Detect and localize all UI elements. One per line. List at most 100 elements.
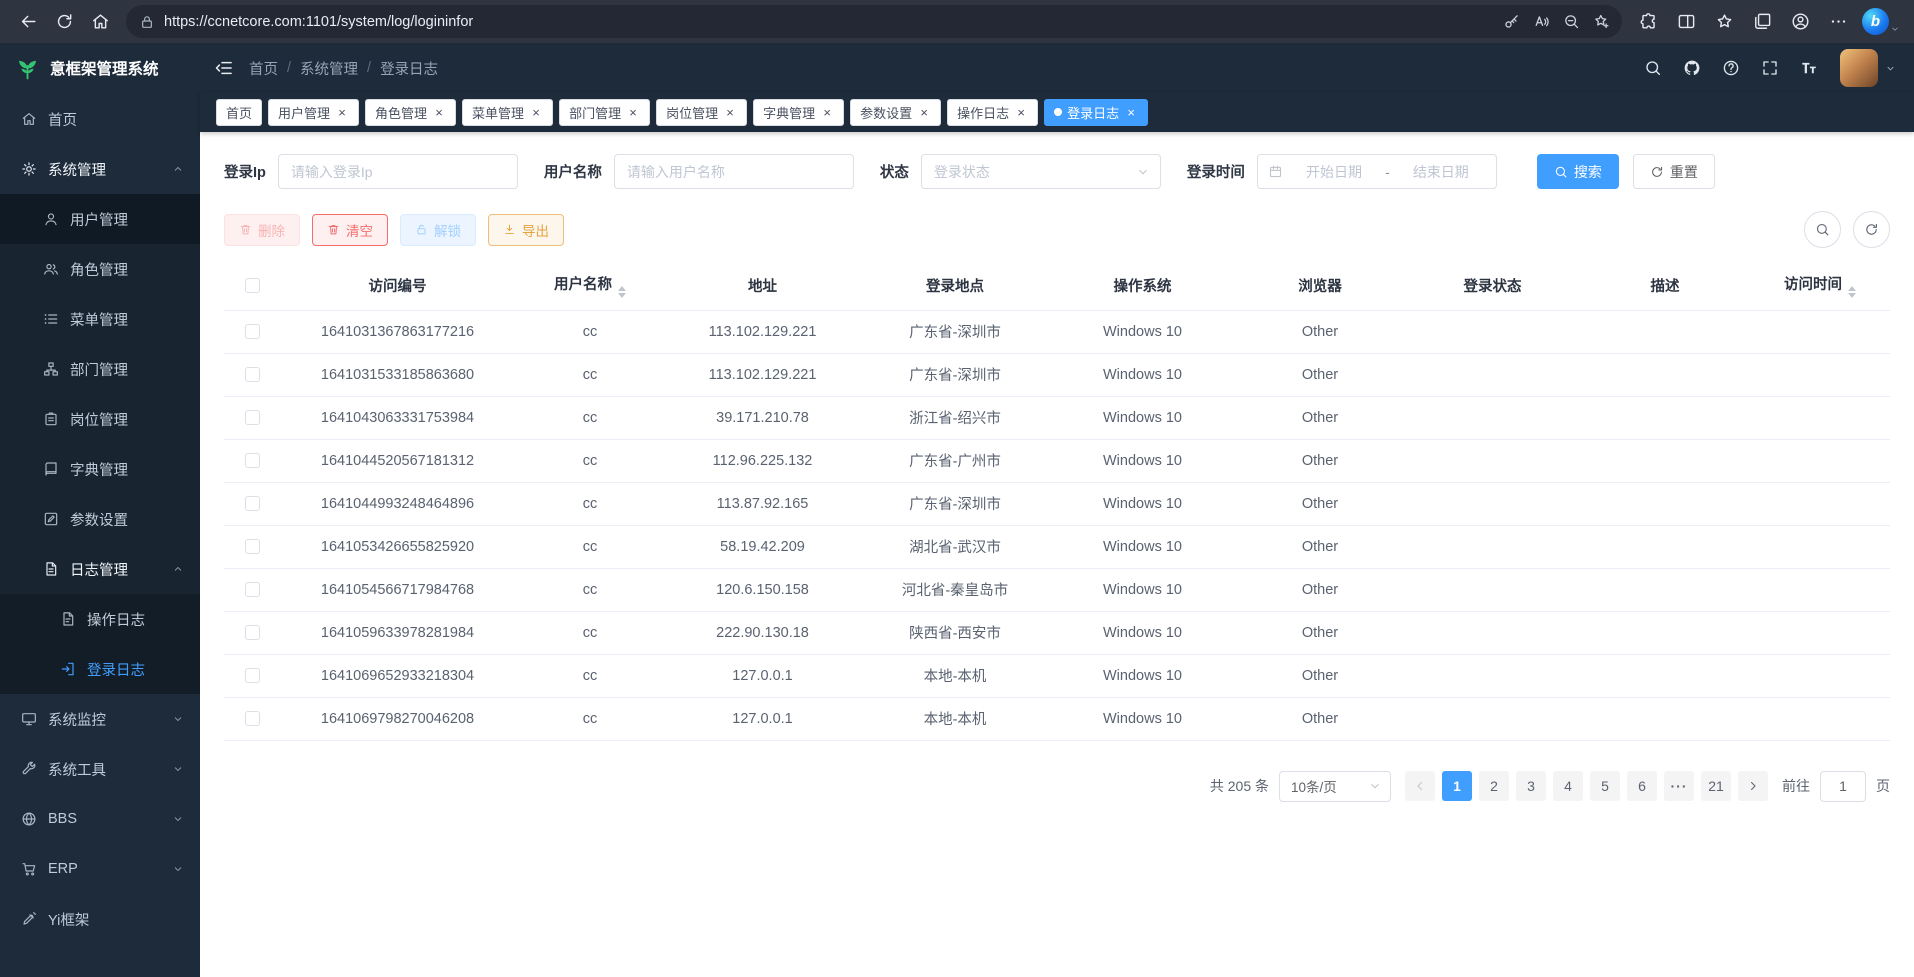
browser-home-button[interactable]: [82, 4, 118, 40]
sidebar-item-角色管理[interactable]: 角色管理: [0, 244, 200, 294]
tab-参数设置[interactable]: 参数设置×: [850, 99, 941, 126]
select-all-checkbox[interactable]: [245, 278, 260, 293]
tab-登录日志[interactable]: 登录日志×: [1044, 99, 1148, 126]
font-size-icon[interactable]: [1793, 52, 1825, 84]
help-icon[interactable]: [1715, 52, 1747, 84]
login-ip-input[interactable]: [278, 154, 518, 189]
export-button[interactable]: 导出: [488, 214, 564, 246]
toggle-search-button[interactable]: [1804, 211, 1841, 248]
tab-close-icon[interactable]: ×: [1124, 105, 1138, 119]
tab-close-icon[interactable]: ×: [626, 105, 640, 119]
avatar-dropdown-icon[interactable]: [1885, 63, 1896, 74]
page-button-4[interactable]: 4: [1553, 771, 1583, 801]
read-aloud-icon[interactable]: [1526, 8, 1556, 36]
tab-部门管理[interactable]: 部门管理×: [559, 99, 650, 126]
page-size-select[interactable]: 10条/页: [1279, 771, 1391, 802]
column-header-time[interactable]: 访问时间: [1750, 262, 1890, 310]
sort-icon[interactable]: [1848, 286, 1856, 298]
tab-close-icon[interactable]: ×: [917, 105, 931, 119]
tab-角色管理[interactable]: 角色管理×: [365, 99, 456, 126]
column-header-user[interactable]: 用户名称: [515, 262, 665, 310]
sidebar-item-日志管理[interactable]: 日志管理: [0, 544, 200, 594]
row-checkbox[interactable]: [245, 410, 260, 425]
browser-refresh-button[interactable]: [46, 4, 82, 40]
row-checkbox[interactable]: [245, 668, 260, 683]
browser-back-button[interactable]: [10, 4, 46, 40]
tab-close-icon[interactable]: ×: [335, 105, 349, 119]
goto-page-input[interactable]: [1820, 771, 1866, 802]
clear-button[interactable]: 清空: [312, 214, 388, 246]
breadcrumb-item[interactable]: 系统管理: [300, 58, 358, 79]
user-name-input[interactable]: [614, 154, 854, 189]
row-checkbox[interactable]: [245, 711, 260, 726]
tab-操作日志[interactable]: 操作日志×: [947, 99, 1038, 126]
sidebar-item-用户管理[interactable]: 用户管理: [0, 194, 200, 244]
row-checkbox[interactable]: [245, 453, 260, 468]
favorites-button[interactable]: [1706, 4, 1742, 40]
sidebar-item-登录日志[interactable]: 登录日志: [0, 644, 200, 694]
tab-首页[interactable]: 首页: [216, 99, 262, 126]
sidebar-toggle-icon[interactable]: [214, 58, 234, 78]
user-avatar[interactable]: [1840, 49, 1878, 87]
header-search-icon[interactable]: [1637, 52, 1669, 84]
zoom-icon[interactable]: [1556, 8, 1586, 36]
sidebar-item-首页[interactable]: 首页: [0, 94, 200, 144]
reset-button[interactable]: 重置: [1633, 154, 1715, 189]
tab-close-icon[interactable]: ×: [432, 105, 446, 119]
tab-岗位管理[interactable]: 岗位管理×: [656, 99, 747, 126]
browser-address-bar[interactable]: https://ccnetcore.com:1101/system/log/lo…: [126, 5, 1622, 38]
unlock-button[interactable]: 解锁: [400, 214, 476, 246]
next-page-button[interactable]: [1738, 771, 1768, 801]
github-icon[interactable]: [1676, 52, 1708, 84]
page-button-5[interactable]: 5: [1590, 771, 1620, 801]
page-button-3[interactable]: 3: [1516, 771, 1546, 801]
row-checkbox[interactable]: [245, 324, 260, 339]
sidebar-item-BBS[interactable]: BBS: [0, 794, 200, 844]
url-text[interactable]: https://ccnetcore.com:1101/system/log/lo…: [164, 14, 1496, 30]
sidebar-item-菜单管理[interactable]: 菜单管理: [0, 294, 200, 344]
split-screen-button[interactable]: [1668, 4, 1704, 40]
row-checkbox[interactable]: [245, 496, 260, 511]
site-info-icon[interactable]: [139, 14, 155, 30]
sidebar-item-部门管理[interactable]: 部门管理: [0, 344, 200, 394]
sidebar-item-系统管理[interactable]: 系统管理: [0, 144, 200, 194]
breadcrumb-item[interactable]: 首页: [249, 58, 278, 79]
app-logo[interactable]: 意框架管理系统: [0, 44, 200, 92]
login-time-range-picker[interactable]: 开始日期 - 结束日期: [1257, 154, 1497, 189]
browser-menu-button[interactable]: [1820, 4, 1856, 40]
page-button-1[interactable]: 1: [1442, 771, 1472, 801]
add-favorite-icon[interactable]: [1586, 8, 1616, 36]
bing-sidebar-button[interactable]: [1858, 8, 1904, 35]
row-checkbox[interactable]: [245, 582, 260, 597]
status-select[interactable]: 登录状态: [921, 154, 1161, 189]
collections-button[interactable]: [1744, 4, 1780, 40]
search-button[interactable]: 搜索: [1537, 154, 1619, 189]
row-checkbox[interactable]: [245, 625, 260, 640]
browser-profile-button[interactable]: [1782, 4, 1818, 40]
page-button-21[interactable]: 21: [1701, 771, 1731, 801]
sidebar-item-系统工具[interactable]: 系统工具: [0, 744, 200, 794]
refresh-table-button[interactable]: [1853, 211, 1890, 248]
sidebar-item-系统监控[interactable]: 系统监控: [0, 694, 200, 744]
prev-page-button[interactable]: [1405, 771, 1435, 801]
sidebar-item-字典管理[interactable]: 字典管理: [0, 444, 200, 494]
tab-close-icon[interactable]: ×: [1014, 105, 1028, 119]
sort-icon[interactable]: [618, 286, 626, 298]
tab-close-icon[interactable]: ×: [820, 105, 834, 119]
sidebar-item-参数设置[interactable]: 参数设置: [0, 494, 200, 544]
row-checkbox[interactable]: [245, 367, 260, 382]
password-manager-icon[interactable]: [1496, 8, 1526, 36]
tab-字典管理[interactable]: 字典管理×: [753, 99, 844, 126]
fullscreen-icon[interactable]: [1754, 52, 1786, 84]
page-button-2[interactable]: 2: [1479, 771, 1509, 801]
sidebar-item-ERP[interactable]: ERP: [0, 844, 200, 894]
row-checkbox[interactable]: [245, 539, 260, 554]
sidebar-item-岗位管理[interactable]: 岗位管理: [0, 394, 200, 444]
tab-close-icon[interactable]: ×: [723, 105, 737, 119]
sidebar-item-Yi框架[interactable]: Yi框架: [0, 894, 200, 944]
extensions-button[interactable]: [1630, 4, 1666, 40]
pager-ellipsis[interactable]: ···: [1664, 771, 1694, 801]
tab-用户管理[interactable]: 用户管理×: [268, 99, 359, 126]
sidebar-item-操作日志[interactable]: 操作日志: [0, 594, 200, 644]
tab-close-icon[interactable]: ×: [529, 105, 543, 119]
